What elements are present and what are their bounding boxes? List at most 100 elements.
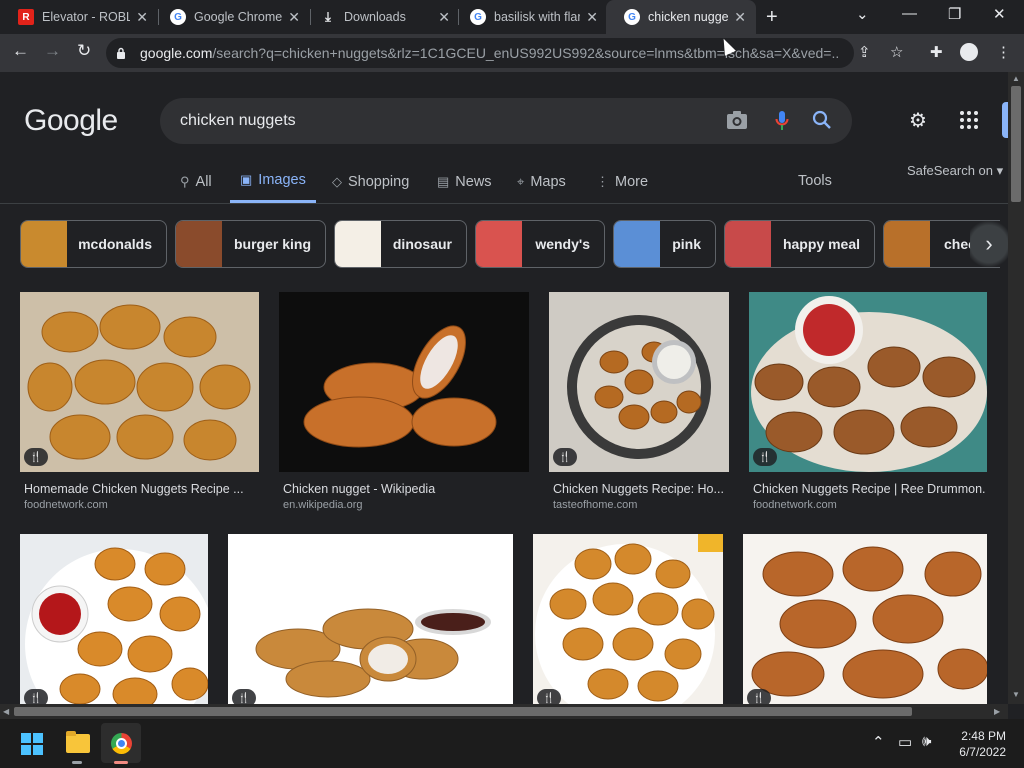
recipe-badge-icon: 🍴 — [232, 689, 256, 704]
vertical-scrollbar[interactable]: ▲ ▼ — [1008, 72, 1024, 704]
result-thumbnail[interactable]: 🍴 — [549, 292, 729, 472]
scroll-up-arrow-icon[interactable]: ▲ — [1012, 74, 1020, 83]
result-source[interactable]: tasteofhome.com — [553, 499, 637, 511]
nuggets-image — [20, 292, 259, 472]
tab-news[interactable]: ▤ News — [437, 160, 492, 203]
chip-label: burger king — [233, 236, 311, 252]
result-thumbnail[interactable]: 🍴 — [20, 534, 208, 704]
vertical-scroll-thumb[interactable] — [1011, 86, 1021, 202]
result-thumbnail[interactable]: 🍴 — [749, 292, 987, 472]
chip-burger-king[interactable]: burger king — [175, 220, 326, 268]
microphone-icon[interactable] — [775, 110, 789, 132]
search-nav: ⚲ All ▣ Images ◇ Shopping ▤ News ⌖ Maps … — [0, 160, 1008, 204]
tab-basilisk[interactable]: G basilisk with flames ✕ — [452, 0, 608, 34]
result-thumbnail[interactable]: 🍴 — [743, 534, 987, 704]
tab-elevator-roblox[interactable]: R Elevator - ROBLOX ✕ — [0, 0, 158, 34]
result-thumbnail[interactable] — [279, 292, 529, 472]
horizontal-scrollbar[interactable]: ◀ ▶ — [0, 704, 1008, 719]
result-title[interactable]: Chicken Nuggets Recipe | Ree Drummon... — [753, 482, 985, 496]
google-logo[interactable]: Google — [24, 104, 118, 138]
close-icon[interactable]: ✕ — [288, 9, 300, 26]
chip-thumbnail — [614, 221, 660, 267]
scroll-left-arrow-icon[interactable]: ◀ — [3, 707, 9, 716]
safesearch-toggle[interactable]: SafeSearch on ▾ — [907, 163, 1003, 179]
image-result[interactable]: 🍴 — [228, 534, 514, 704]
new-tab-button[interactable]: + — [766, 6, 778, 29]
tab-search-icon[interactable]: ⌄ — [856, 5, 869, 23]
search-input[interactable]: chicken nuggets — [180, 112, 852, 130]
profile-avatar[interactable] — [960, 43, 978, 61]
maximize-icon[interactable]: ❐ — [948, 5, 961, 23]
bookmark-star-icon[interactable]: ☆ — [890, 43, 903, 61]
related-chips: mcdonalds burger king dinosaur wendy's p… — [20, 220, 1000, 268]
result-source[interactable]: foodnetwork.com — [24, 499, 108, 511]
chip-dinosaur[interactable]: dinosaur — [334, 220, 467, 268]
chip-thumbnail — [884, 221, 930, 267]
chip-happy-meal[interactable]: happy meal — [724, 220, 875, 268]
clock-date: 6/7/2022 — [959, 745, 1006, 759]
result-source[interactable]: en.wikipedia.org — [283, 499, 363, 511]
image-result[interactable]: 🍴 Chicken Nuggets Recipe | Ree Drummon..… — [749, 292, 988, 514]
close-icon[interactable]: ✕ — [136, 9, 148, 26]
chip-pink[interactable]: pink — [613, 220, 716, 268]
tab-shopping[interactable]: ◇ Shopping — [332, 160, 409, 203]
tools-button[interactable]: Tools — [798, 173, 832, 189]
roblox-icon: R — [18, 9, 34, 25]
image-result[interactable]: 🍴 — [20, 534, 209, 704]
search-box[interactable]: chicken nuggets — [160, 98, 852, 144]
network-icon[interactable]: ▭ — [898, 733, 912, 751]
google-apps-icon[interactable] — [960, 111, 978, 129]
chrome-taskbar-button[interactable] — [101, 723, 141, 763]
share-icon[interactable]: ⇪ — [858, 43, 871, 61]
image-result[interactable]: 🍴 Homemade Chicken Nuggets Recipe ... fo… — [20, 292, 260, 514]
result-title[interactable]: Chicken Nuggets Recipe: Ho... — [553, 482, 725, 496]
close-icon[interactable]: ✕ — [734, 9, 746, 26]
tab-downloads[interactable]: ⤓ Downloads ✕ — [302, 0, 460, 34]
tab-chicken-nuggets[interactable]: G chicken nuggets ✕ — [606, 0, 756, 34]
nuggets-image — [549, 292, 729, 472]
address-bar[interactable]: google.com/search?q=chicken+nuggets&rlz=… — [106, 38, 854, 68]
image-result[interactable]: Chicken nugget - Wikipedia en.wikipedia.… — [279, 292, 530, 514]
extensions-puzzle-icon[interactable]: ✚ — [930, 43, 943, 61]
map-pin-icon: ⌖ — [517, 173, 525, 189]
reload-icon[interactable]: ↻ — [77, 41, 91, 61]
tab-images[interactable]: ▣ Images — [230, 160, 316, 203]
settings-gear-icon[interactable]: ⚙ — [909, 108, 927, 133]
camera-icon[interactable] — [726, 110, 748, 130]
tab-google-chrome[interactable]: G Google Chrome ✕ — [152, 0, 310, 34]
tab-all[interactable]: ⚲ All — [180, 160, 212, 203]
image-result[interactable]: 🍴 — [533, 534, 724, 704]
file-explorer-icon[interactable] — [66, 731, 90, 753]
search-icon[interactable] — [812, 110, 832, 130]
close-icon[interactable]: ✕ — [586, 9, 598, 26]
menu-kebab-icon[interactable]: ⋮ — [996, 43, 1011, 61]
result-thumbnail[interactable]: 🍴 — [20, 292, 259, 472]
windows-start-icon[interactable] — [21, 733, 43, 755]
nav-label: All — [195, 173, 212, 190]
minimize-icon[interactable]: — — [902, 5, 917, 22]
tab-more[interactable]: ⋮ More — [596, 160, 648, 203]
image-result[interactable]: 🍴 — [743, 534, 988, 704]
chip-mcdonalds[interactable]: mcdonalds — [20, 220, 167, 268]
image-result[interactable]: 🍴 Chicken Nuggets Recipe: Ho... tasteofh… — [549, 292, 730, 514]
close-icon[interactable]: ✕ — [438, 9, 450, 26]
tray-chevron-up-icon[interactable]: ⌃ — [872, 733, 885, 751]
scroll-right-arrow-icon[interactable]: ▶ — [994, 707, 1000, 716]
result-title[interactable]: Chicken nugget - Wikipedia — [283, 482, 523, 496]
back-icon[interactable]: ← — [12, 41, 29, 61]
result-title[interactable]: Homemade Chicken Nuggets Recipe ... — [24, 482, 256, 496]
result-thumbnail[interactable]: 🍴 — [533, 534, 723, 704]
tab-maps[interactable]: ⌖ Maps — [517, 160, 566, 203]
horizontal-scroll-thumb[interactable] — [14, 707, 912, 716]
system-clock[interactable]: 2:48 PM 6/7/2022 — [950, 728, 1006, 760]
result-thumbnail[interactable]: 🍴 — [228, 534, 513, 704]
scroll-down-arrow-icon[interactable]: ▼ — [1012, 690, 1020, 699]
result-source[interactable]: foodnetwork.com — [753, 499, 837, 511]
window-close-icon[interactable]: ✕ — [993, 5, 1006, 23]
chips-next-chevron-icon[interactable]: › — [970, 216, 1008, 272]
google-icon: G — [624, 9, 640, 25]
tab-strip: R Elevator - ROBLOX ✕ G Google Chrome ✕ … — [0, 0, 1024, 34]
forward-icon[interactable]: → — [44, 41, 61, 61]
volume-icon[interactable]: 🕪 — [922, 733, 931, 750]
chip-wendys[interactable]: wendy's — [475, 220, 605, 268]
